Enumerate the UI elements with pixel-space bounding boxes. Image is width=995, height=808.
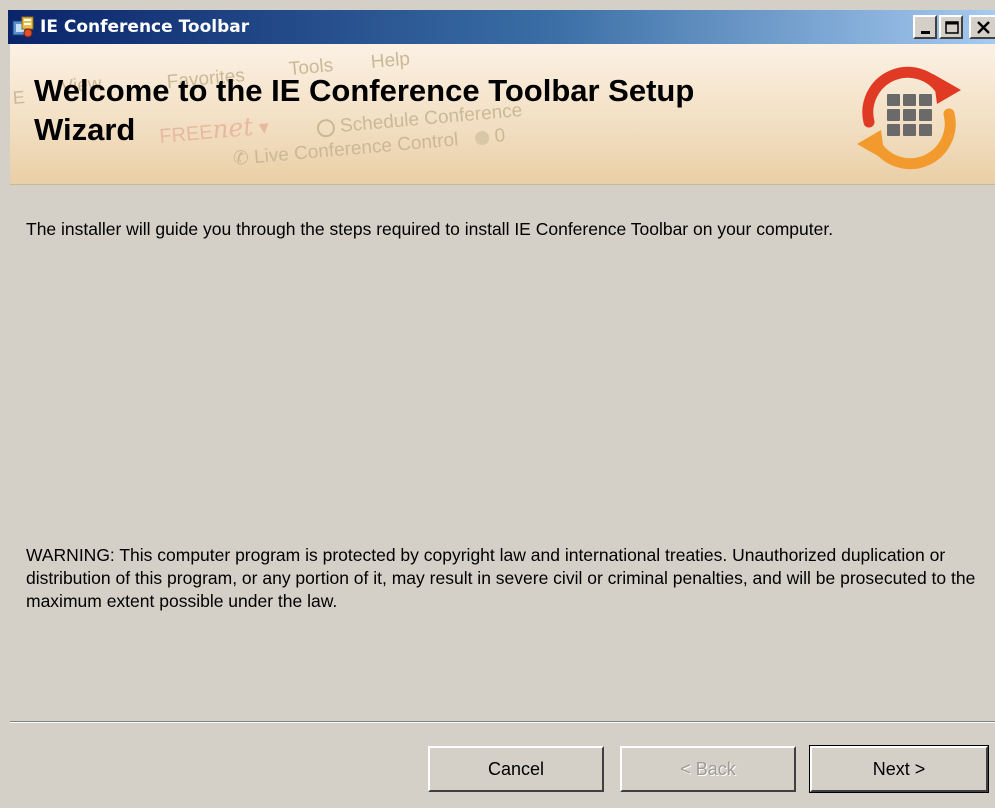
installer-app-icon <box>11 15 35 39</box>
wizard-banner: E View Favorites Tools Help FREEnet ▾ Sc… <box>10 44 995 185</box>
ghost-menu-e: E <box>12 86 26 108</box>
next-button[interactable]: Next > <box>809 745 989 793</box>
cancel-button-label: Cancel <box>487 758 545 779</box>
setup-wizard-window: IE Conference Toolbar E View Favorites T… <box>0 0 995 808</box>
maximize-button[interactable] <box>939 15 963 39</box>
minimize-icon <box>921 31 930 34</box>
back-button[interactable]: < Back <box>620 746 796 792</box>
title-bar[interactable]: IE Conference Toolbar <box>8 10 995 44</box>
conference-toolbar-logo-icon <box>857 66 961 170</box>
next-button-label: Next > <box>872 758 926 779</box>
button-separator <box>10 721 995 723</box>
copyright-warning-text: WARNING: This computer program is protec… <box>26 545 976 611</box>
back-button-label: < Back <box>680 758 736 779</box>
intro-text: The installer will guide you through the… <box>26 219 834 239</box>
close-icon <box>977 21 990 34</box>
maximize-icon <box>945 21 959 34</box>
minimize-button[interactable] <box>913 15 937 39</box>
wizard-title: Welcome to the IE Conference Toolbar Set… <box>34 73 695 147</box>
cancel-button[interactable]: Cancel <box>428 746 604 792</box>
window-title: IE Conference Toolbar <box>40 17 250 37</box>
ghost-phone-icon: ✆ <box>232 147 250 170</box>
close-button[interactable] <box>969 15 995 39</box>
